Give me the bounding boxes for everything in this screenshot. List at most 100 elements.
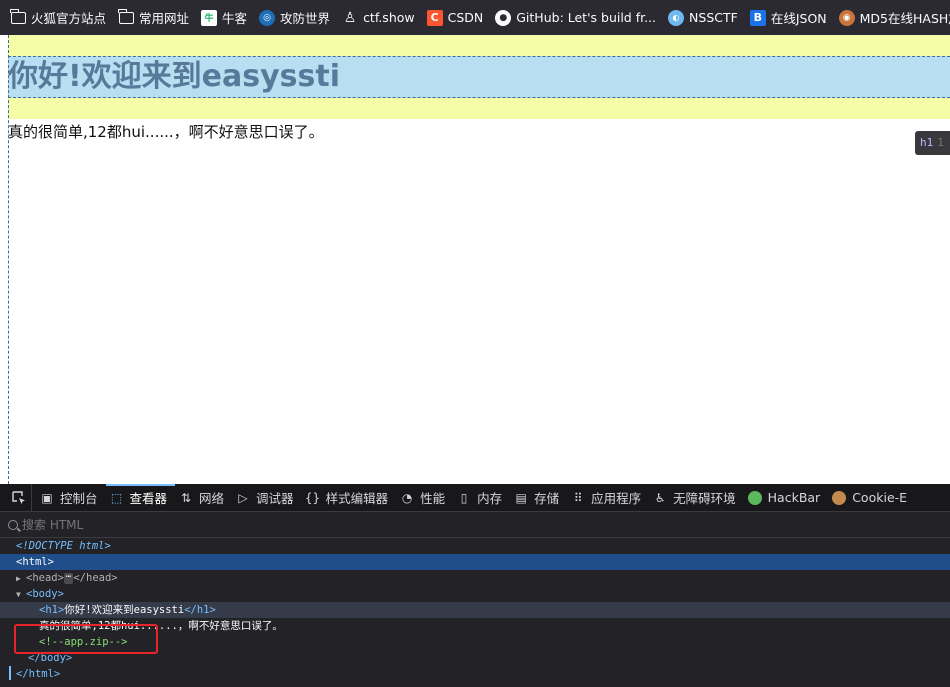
folder-icon	[10, 8, 26, 26]
tree-node-html-close[interactable]: </html>	[0, 666, 950, 682]
console-icon: ▣	[41, 490, 53, 505]
bookmark-label: ctf.show	[363, 10, 415, 25]
h1-text: 你好!欢迎来到easyssti	[64, 604, 185, 616]
tab-label: 应用程序	[591, 491, 642, 506]
nssctf-icon: ◐	[668, 9, 685, 26]
tab-label: 控制台	[60, 491, 98, 506]
highlighter-infobar: h1 1	[915, 131, 950, 155]
bookmark-label: 攻防世界	[280, 11, 331, 26]
tab-style-editor[interactable]: {} 样式编辑器	[302, 484, 397, 512]
tab-label: 调试器	[256, 491, 294, 506]
md5-icon: ◉	[838, 9, 855, 26]
tab-label: 存储	[534, 491, 560, 506]
tab-label: Cookie-E	[852, 490, 908, 505]
bookmark-label: MD5在线HASH加密-...	[859, 11, 950, 26]
json-icon: B	[749, 9, 766, 26]
h1-open-tag: <h1>	[39, 604, 65, 616]
application-icon: ⠿	[573, 490, 583, 505]
tree-node-doctype[interactable]: <!DOCTYPE html>	[0, 538, 950, 554]
nowcoder-icon: 牛	[201, 9, 218, 26]
tab-accessibility[interactable]: ♿ 无障碍环境	[649, 484, 744, 512]
tab-performance[interactable]: ◔ 性能	[396, 484, 453, 512]
network-icon: ⇅	[181, 490, 192, 505]
tree-node-body[interactable]: ▼ <body>	[0, 586, 950, 602]
h1-margin-top-highlight	[8, 35, 950, 56]
tab-application[interactable]: ⠿ 应用程序	[567, 484, 649, 512]
html-search-bar[interactable]	[0, 512, 950, 538]
storage-icon: ▤	[515, 490, 527, 505]
tree-node-h1[interactable]: <h1>你好!欢迎来到easyssti</h1>	[0, 602, 950, 618]
search-icon	[8, 519, 18, 530]
ctfshow-icon: ♙	[343, 9, 357, 26]
bookmark-nssctf[interactable]: ◐ NSSCTF	[668, 6, 738, 30]
tree-node-head[interactable]: ▶ <head> ⋯ </head>	[0, 570, 950, 586]
element-picker-button[interactable]	[6, 484, 32, 512]
tree-node-html[interactable]: <html>	[0, 554, 950, 570]
h1-close-tag: </h1>	[184, 604, 216, 616]
adworld-icon: ◎	[259, 9, 276, 26]
doctype-text: <!DOCTYPE html>	[16, 540, 111, 552]
bookmark-csdn[interactable]: C CSDN	[426, 6, 484, 30]
tab-network[interactable]: ⇅ 网络	[175, 484, 232, 512]
cookie-icon	[832, 490, 847, 505]
tab-label: 样式编辑器	[325, 491, 389, 506]
github-icon: ●	[495, 9, 512, 26]
bookmark-md5[interactable]: ◉ MD5在线HASH加密-...	[838, 6, 950, 30]
tab-cookie-editor[interactable]: Cookie-E	[828, 484, 915, 512]
bookmark-adworld[interactable]: ◎ 攻防世界	[259, 6, 330, 30]
bookmark-folder-common[interactable]: 常用网址	[118, 6, 189, 30]
tab-label: 性能	[420, 491, 446, 506]
devtools-panel: ▣ 控制台 ⬚ 查看器 ⇅ 网络 ▷ 调试器 {} 样式编辑器 ◔ 性能 ▯ 内…	[0, 484, 950, 687]
bookmarks-toolbar: 火狐官方站点 常用网址 牛 牛客 ◎ 攻防世界 ♙ ctf.show C CSD…	[0, 0, 950, 35]
markup-tree: <!DOCTYPE html> <html> ▶ <head> ⋯ </head> ▼…	[0, 538, 950, 682]
tab-console[interactable]: ▣ 控制台	[36, 484, 106, 512]
bookmark-label: 常用网址	[139, 11, 190, 26]
collapsed-badge[interactable]: ⋯	[63, 572, 74, 584]
inspector-icon: ⬚	[110, 490, 123, 505]
expand-arrow-icon[interactable]: ▶	[16, 571, 26, 587]
accessibility-icon: ♿	[654, 490, 666, 505]
page-heading: 你好!欢迎来到easyssti	[8, 59, 341, 94]
tab-label: 查看器	[129, 491, 168, 506]
bookmark-label: 牛客	[222, 11, 248, 26]
html-open-tag: <html>	[16, 556, 54, 568]
selection-indicator	[9, 666, 11, 680]
tab-debugger[interactable]: ▷ 调试器	[232, 484, 302, 512]
tab-storage[interactable]: ▤ 存储	[510, 484, 567, 512]
bookmark-github[interactable]: ● GitHub: Let's build fr...	[495, 6, 656, 30]
tab-label: HackBar	[767, 490, 821, 505]
bookmark-label: CSDN	[447, 10, 484, 25]
bookmark-label: 在线JSON	[770, 11, 827, 26]
html-close-tag: </html>	[16, 668, 61, 680]
element-picker-icon	[11, 490, 25, 504]
bookmark-ctfshow[interactable]: ♙ ctf.show	[342, 6, 415, 30]
style-editor-icon: {}	[304, 490, 321, 505]
csdn-icon: C	[426, 9, 443, 26]
folder-icon	[118, 8, 134, 26]
bookmark-label: GitHub: Let's build fr...	[516, 10, 657, 25]
tab-label: 网络	[199, 491, 225, 506]
h1-margin-bottom-highlight	[8, 98, 950, 119]
debugger-icon: ▷	[238, 490, 248, 505]
body-open-tag: <body>	[26, 588, 64, 600]
tab-hackbar[interactable]: HackBar	[744, 484, 829, 512]
bookmark-folder-firefox[interactable]: 火狐官方站点	[10, 6, 106, 30]
performance-icon: ◔	[401, 490, 413, 505]
collapse-arrow-icon[interactable]: ▼	[16, 587, 26, 603]
tab-inspector[interactable]: ⬚ 查看器	[105, 484, 176, 512]
head-close-tag: </head>	[73, 572, 118, 584]
red-annotation-box	[14, 624, 158, 654]
bookmark-label: NSSCTF	[689, 10, 738, 25]
page-viewport: 你好!欢迎来到easyssti 真的很简单,12都hui......，啊不好意思…	[0, 35, 950, 484]
head-open-tag: <head>	[26, 572, 64, 584]
tab-label: 内存	[477, 491, 503, 506]
infobar-rest: 1	[937, 136, 944, 149]
hackbar-icon	[747, 490, 762, 505]
tab-memory[interactable]: ▯ 内存	[453, 484, 510, 512]
devtools-tabbar: ▣ 控制台 ⬚ 查看器 ⇅ 网络 ▷ 调试器 {} 样式编辑器 ◔ 性能 ▯ 内…	[0, 484, 950, 512]
memory-icon: ▯	[460, 490, 468, 505]
page-body-text: 真的很简单,12都hui......，啊不好意思口误了。	[8, 123, 324, 141]
bookmark-json[interactable]: B 在线JSON	[749, 6, 827, 30]
html-search-input[interactable]	[22, 517, 322, 532]
bookmark-nowcoder[interactable]: 牛 牛客	[201, 6, 247, 30]
